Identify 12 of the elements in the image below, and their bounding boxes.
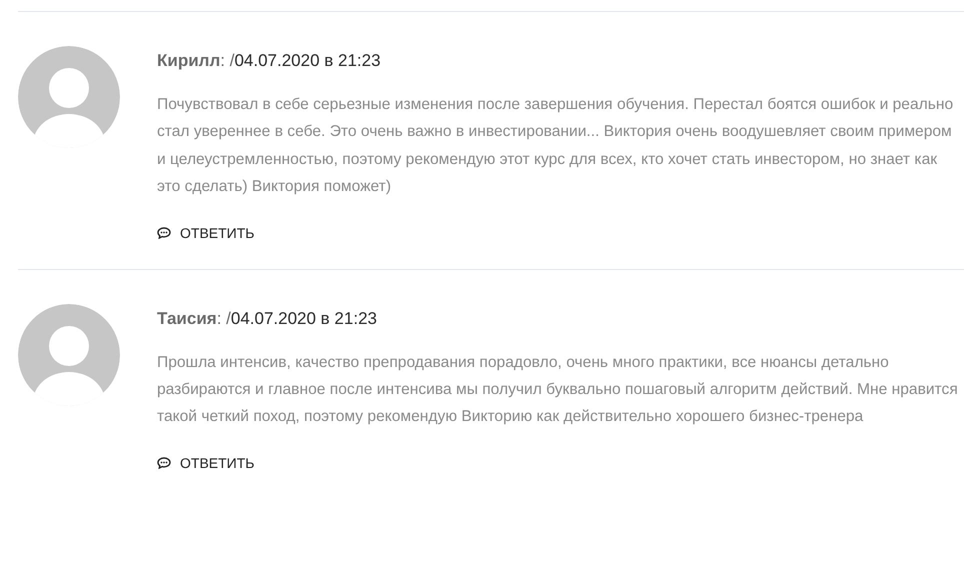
chat-bubble-icon: [157, 226, 171, 239]
comment-text: Прошла интенсив, качество препродавания порадовло, очень много практики, все нюансы детально разбираются и главное после интенсива мы получил буквально пошаговый алгоритм действий. Мне нравится такой четкий поход, поэтому рекомендую Викторию как действительно хорошего бизнес-тренера: [157, 352, 959, 428]
comment-date: 04.07.2020 в 21:23: [230, 308, 377, 328]
comment-date: 04.07.2020 в 21:23: [234, 51, 381, 70]
comment-author: Таисия: [157, 308, 217, 328]
reply-link[interactable]: ОТВЕТИТЬ: [157, 224, 254, 241]
separator: : /: [216, 308, 231, 328]
reply-link[interactable]: ОТВЕТИТЬ: [157, 454, 254, 471]
comment-text: Почувствовал в себе серьезные изменения после завершения обучения. Перестал боятся ошибок и реально стал увереннее в себе. Это очень важно в инвестировании... Виктория очень воодушевляет своим примером и целеустремленностью, поэтому рекомендую этот курс для всех, кто хочет стать инвестором, но знает как это сделать) Виктория поможет): [157, 95, 954, 198]
comment-author: Кирилл: [157, 51, 220, 70]
separator: : /: [220, 51, 234, 70]
chat-bubble-icon: [157, 456, 171, 469]
